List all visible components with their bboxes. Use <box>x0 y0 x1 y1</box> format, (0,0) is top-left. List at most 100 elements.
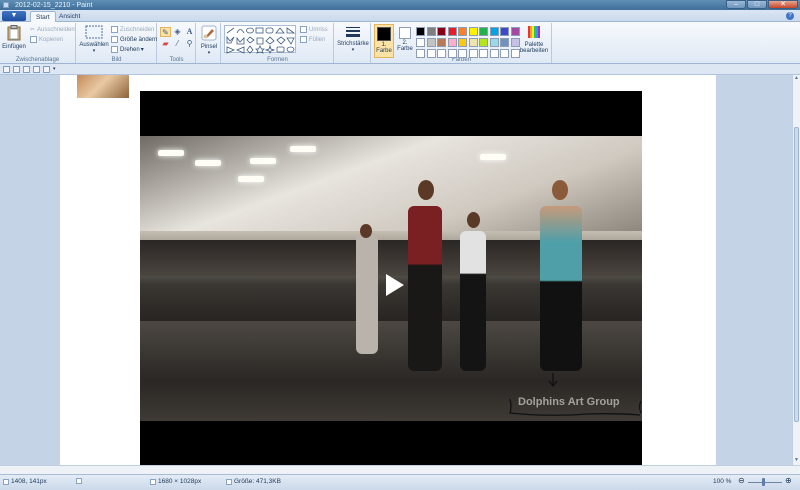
color-swatch[interactable] <box>447 38 457 47</box>
color-swatch[interactable] <box>426 27 436 36</box>
text-icon[interactable]: A <box>184 27 195 37</box>
zoom-out-icon[interactable]: ⊖ <box>738 476 745 485</box>
copy-icon <box>30 36 37 43</box>
color-swatch[interactable] <box>458 49 467 58</box>
brushes-button[interactable]: Pinsel ▾ <box>199 25 219 56</box>
cut-label: Ausschneiden <box>37 26 75 33</box>
mail-icon[interactable] <box>43 66 50 73</box>
size-button[interactable]: Strichstärke ▾ <box>337 26 369 53</box>
crop-button[interactable]: Zuschneiden <box>111 26 154 33</box>
color-swatch[interactable] <box>447 27 457 36</box>
eraser-icon[interactable]: ▰ <box>160 39 171 49</box>
color1-button[interactable]: 1. Farbe <box>374 24 394 58</box>
color-swatch[interactable] <box>468 49 478 58</box>
color-swatch[interactable] <box>437 38 446 47</box>
color-swatch[interactable] <box>416 38 425 47</box>
zoom-slider-thumb[interactable] <box>762 478 765 486</box>
tab-view[interactable]: Ansicht <box>54 11 85 22</box>
customize-dropdown-icon[interactable]: ▾ <box>53 66 58 73</box>
color-swatch[interactable] <box>489 27 499 36</box>
redo-icon[interactable] <box>23 66 30 73</box>
color-swatch[interactable] <box>458 38 467 47</box>
shapes-gallery[interactable] <box>224 25 296 54</box>
color-swatch[interactable] <box>458 27 467 36</box>
color2-button[interactable]: 2. Farbe <box>396 24 414 58</box>
minimize-button[interactable]: – <box>726 0 746 9</box>
maximize-button[interactable]: □ <box>747 0 767 9</box>
scroll-down-icon[interactable]: ▼ <box>793 457 800 465</box>
size-group: Strichstärke ▾ <box>335 23 371 63</box>
color-swatch[interactable] <box>510 27 520 36</box>
zoom-in-icon[interactable]: ⊕ <box>785 476 792 485</box>
color-swatch[interactable] <box>489 49 499 58</box>
color-swatch[interactable] <box>468 27 478 36</box>
undo-icon[interactable] <box>13 66 20 73</box>
color-swatch[interactable] <box>479 27 488 36</box>
color-swatch[interactable] <box>479 49 488 58</box>
color-swatch[interactable] <box>426 38 436 47</box>
color-picker-icon[interactable]: ⁄ <box>172 39 183 49</box>
scissors-icon: ✂ <box>30 27 36 33</box>
clipboard-group: Einfügen ✂ Ausschneiden Kopieren Zwische… <box>0 23 76 63</box>
clipboard-icon <box>7 25 21 41</box>
new-icon[interactable] <box>33 66 40 73</box>
color1-swatch <box>377 27 391 41</box>
color-swatch[interactable] <box>510 49 520 58</box>
tools-group-label: Tools <box>169 57 184 63</box>
help-icon[interactable]: ? <box>786 12 794 20</box>
color-swatch[interactable] <box>500 27 509 36</box>
edit-colors-button[interactable]: Palette bearbeiten <box>519 25 549 54</box>
canvas-area[interactable]: Dolphins Art Group <box>0 75 792 465</box>
color-swatch[interactable] <box>500 49 509 58</box>
paste-button[interactable]: Einfügen <box>2 25 26 50</box>
scroll-up-icon[interactable]: ▲ <box>793 75 800 83</box>
color-swatch[interactable] <box>500 38 509 47</box>
outline-label: Umriss <box>309 26 328 33</box>
video-player[interactable]: Dolphins Art Group <box>140 91 642 465</box>
vertical-scrollbar[interactable]: ▲ ▼ <box>792 75 800 465</box>
color-swatch[interactable] <box>437 27 446 36</box>
play-icon[interactable] <box>386 274 404 296</box>
fill-shape-icon <box>300 36 307 43</box>
fill-button[interactable]: Füllen <box>300 36 325 43</box>
shapes-group-label: Formen <box>267 57 288 63</box>
rotate-icon <box>111 46 118 53</box>
color-swatch[interactable] <box>510 38 520 47</box>
outline-button[interactable]: Umriss <box>300 26 328 33</box>
magnifier-icon[interactable]: ⚲ <box>184 39 195 49</box>
color-swatch[interactable] <box>468 38 478 47</box>
select-button[interactable]: Auswählen ▾ <box>79 25 109 54</box>
brushes-group: Pinsel ▾ <box>197 23 221 63</box>
color-swatch[interactable] <box>426 49 436 58</box>
cursor-position-icon <box>3 478 9 485</box>
tab-start[interactable]: Start <box>30 11 56 22</box>
pencil-icon[interactable]: ✎ <box>160 27 171 37</box>
rotate-button[interactable]: Drehen ▾ <box>111 46 144 53</box>
brush-icon <box>201 25 217 41</box>
cut-button[interactable]: ✂ Ausschneiden <box>30 26 75 34</box>
paint-app-icon[interactable] <box>3 2 9 8</box>
scroll-thumb[interactable] <box>794 127 799 422</box>
copy-button[interactable]: Kopieren <box>30 36 63 43</box>
image-group-label: Bild <box>111 57 122 63</box>
color-swatch[interactable] <box>489 38 499 47</box>
close-button[interactable]: ✕ <box>768 0 798 9</box>
paste-label: Einfügen <box>2 44 26 50</box>
color-swatch[interactable] <box>416 27 425 36</box>
save-icon[interactable] <box>3 66 10 73</box>
color-swatch[interactable] <box>447 49 457 58</box>
fill-icon[interactable]: ◈ <box>172 27 183 37</box>
zoom-slider-track[interactable] <box>748 482 782 483</box>
edit-colors-label: Palette bearbeiten <box>519 42 549 54</box>
color-swatch[interactable] <box>416 49 425 58</box>
image-canvas[interactable]: Dolphins Art Group <box>60 75 716 465</box>
line-width-icon <box>346 27 360 37</box>
rotate-dropdown-icon: ▾ <box>140 47 144 53</box>
ribbon-tab-row: ▼ Start Ansicht ? <box>0 10 800 22</box>
resize-button[interactable]: Größe ändern <box>111 36 157 43</box>
file-menu-button[interactable]: ▼ <box>2 11 26 21</box>
color-swatch[interactable] <box>479 38 488 47</box>
size-dropdown-icon: ▾ <box>351 47 355 53</box>
horizontal-scrollbar[interactable] <box>0 465 800 474</box>
color-swatch[interactable] <box>437 49 446 58</box>
